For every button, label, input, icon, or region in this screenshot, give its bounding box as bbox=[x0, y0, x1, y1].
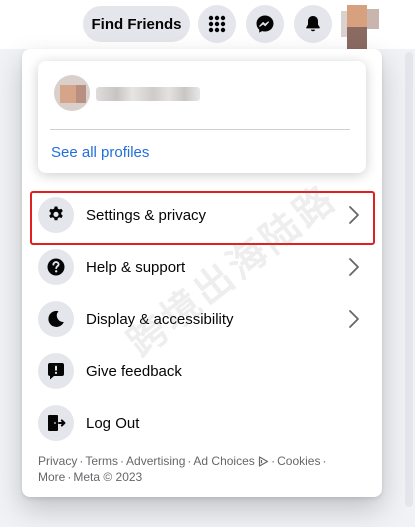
menu-item-help-support[interactable]: Help & support bbox=[30, 241, 374, 293]
menu-item-label: Give feedback bbox=[86, 362, 182, 380]
menu-item-give-feedback[interactable]: Give feedback bbox=[30, 345, 374, 397]
scrollbar-thumb[interactable] bbox=[405, 52, 413, 507]
logout-icon bbox=[38, 405, 74, 441]
menu-item-display-accessibility[interactable]: Display & accessibility bbox=[30, 293, 374, 345]
advertising-link[interactable]: Advertising bbox=[126, 454, 185, 468]
profile-card: See all profiles bbox=[38, 61, 366, 173]
account-avatar-button[interactable] bbox=[341, 5, 379, 49]
question-icon bbox=[38, 249, 74, 285]
chevron-right-icon bbox=[349, 206, 359, 224]
see-all-profiles-link[interactable]: See all profiles bbox=[51, 144, 149, 161]
avatar bbox=[54, 75, 90, 111]
menu-button[interactable] bbox=[198, 5, 236, 43]
gear-icon bbox=[38, 197, 74, 233]
find-friends-button[interactable]: Find Friends bbox=[83, 6, 190, 42]
privacy-link[interactable]: Privacy bbox=[38, 454, 77, 468]
menu-item-log-out[interactable]: Log Out bbox=[30, 397, 374, 449]
notifications-button[interactable] bbox=[294, 5, 332, 43]
bell-icon bbox=[306, 16, 320, 32]
menu-item-settings-privacy[interactable]: Settings & privacy bbox=[30, 189, 374, 241]
copyright-text: Meta © 2023 bbox=[73, 470, 143, 484]
messenger-button[interactable] bbox=[246, 5, 284, 43]
menu-item-label: Help & support bbox=[86, 258, 186, 276]
ad-choices-link[interactable]: Ad Choices bbox=[193, 454, 269, 468]
menu-item-label: Settings & privacy bbox=[86, 206, 207, 224]
more-link[interactable]: More bbox=[38, 470, 65, 484]
menu-item-label: Log Out bbox=[86, 414, 140, 432]
messenger-icon bbox=[256, 15, 274, 33]
account-dropdown-menu: See all profiles Settings & privacy Help… bbox=[22, 49, 382, 497]
menu-item-label: Display & accessibility bbox=[86, 310, 234, 328]
chevron-right-icon bbox=[349, 258, 359, 276]
moon-icon bbox=[38, 301, 74, 337]
current-profile-row[interactable] bbox=[46, 75, 358, 115]
footer-links: Privacy · Terms · Advertising · Ad Choices · Co… bbox=[38, 454, 327, 484]
ad-choices-icon bbox=[259, 456, 269, 467]
terms-link[interactable]: Terms bbox=[85, 454, 118, 468]
grid-icon bbox=[208, 15, 226, 33]
top-navigation-bar: Find Friends bbox=[0, 0, 415, 49]
chevron-right-icon bbox=[349, 310, 359, 328]
feedback-icon bbox=[38, 353, 74, 389]
divider bbox=[50, 129, 350, 130]
cookies-link[interactable]: Cookies bbox=[277, 454, 320, 468]
profile-name-redacted bbox=[96, 87, 200, 101]
